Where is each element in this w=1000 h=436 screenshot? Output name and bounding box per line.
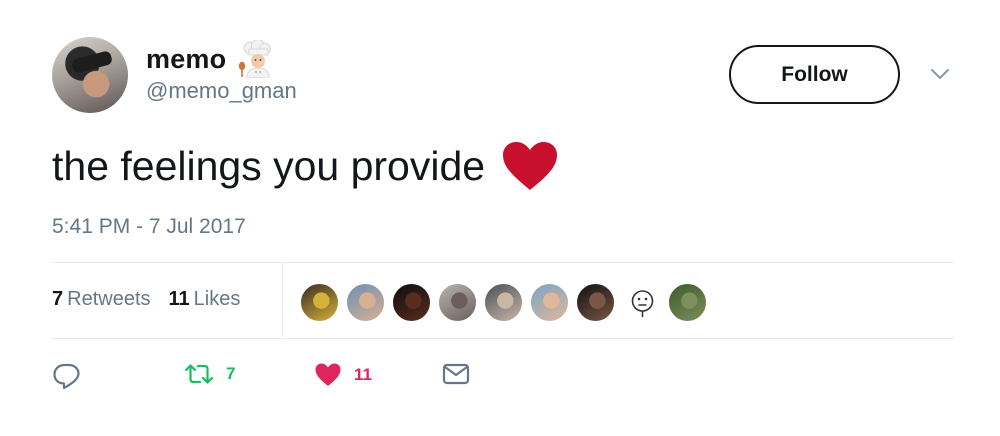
likes-stat[interactable]: 11 Likes bbox=[169, 288, 241, 311]
engagement-stats: 7 Retweets 11 Likes bbox=[52, 288, 240, 311]
reply-icon bbox=[53, 363, 80, 390]
reply-button[interactable] bbox=[52, 362, 82, 390]
liker-avatar-4[interactable] bbox=[438, 283, 477, 322]
user-handle[interactable]: @memo_gman bbox=[146, 78, 297, 104]
stats-divider bbox=[282, 263, 283, 337]
tweet-card: memo @memo_gman Follow the feelings you … bbox=[0, 0, 1000, 436]
retweet-icon bbox=[184, 364, 214, 384]
message-button[interactable] bbox=[442, 362, 470, 386]
retweets-count: 7 bbox=[52, 288, 64, 310]
tweet-timestamp[interactable]: 5:41 PM - 7 Jul 2017 bbox=[52, 215, 246, 239]
retweets-label: Retweets bbox=[67, 288, 151, 310]
divider-bottom bbox=[52, 338, 954, 339]
like-action-count: 11 bbox=[354, 365, 372, 384]
likes-label: Likes bbox=[193, 288, 241, 310]
follow-button[interactable]: Follow bbox=[729, 45, 900, 104]
liker-avatar-3[interactable] bbox=[392, 283, 431, 322]
name-row: memo bbox=[146, 39, 276, 79]
tweet-body: the feelings you provide bbox=[52, 142, 486, 189]
display-name[interactable]: memo bbox=[146, 44, 226, 75]
tweet-text: the feelings you provide bbox=[52, 140, 559, 192]
liker-avatar-9[interactable] bbox=[668, 283, 707, 322]
likes-count: 11 bbox=[168, 288, 190, 310]
chevron-down-icon[interactable] bbox=[928, 66, 952, 82]
user-avatar[interactable] bbox=[52, 37, 128, 113]
heart-icon bbox=[315, 363, 341, 386]
retweets-stat[interactable]: 7 Retweets bbox=[52, 288, 151, 311]
like-button[interactable]: 11 bbox=[314, 362, 372, 388]
liker-avatar-2[interactable] bbox=[346, 283, 385, 322]
retweet-action-count: 7 bbox=[226, 364, 236, 383]
liker-avatar-5[interactable] bbox=[484, 283, 523, 322]
retweet-button[interactable]: 7 bbox=[184, 362, 235, 386]
liker-avatar-7[interactable] bbox=[576, 283, 615, 322]
red-heart-icon bbox=[501, 140, 559, 192]
chef-icon bbox=[236, 39, 276, 79]
envelope-icon bbox=[442, 363, 470, 385]
liker-avatars bbox=[300, 283, 707, 322]
tweet-actions: 7 11 bbox=[52, 362, 492, 392]
divider-top bbox=[52, 262, 954, 263]
liker-avatar-1[interactable] bbox=[300, 283, 339, 322]
liker-avatar-6[interactable] bbox=[530, 283, 569, 322]
liker-avatar-8[interactable] bbox=[622, 283, 661, 322]
